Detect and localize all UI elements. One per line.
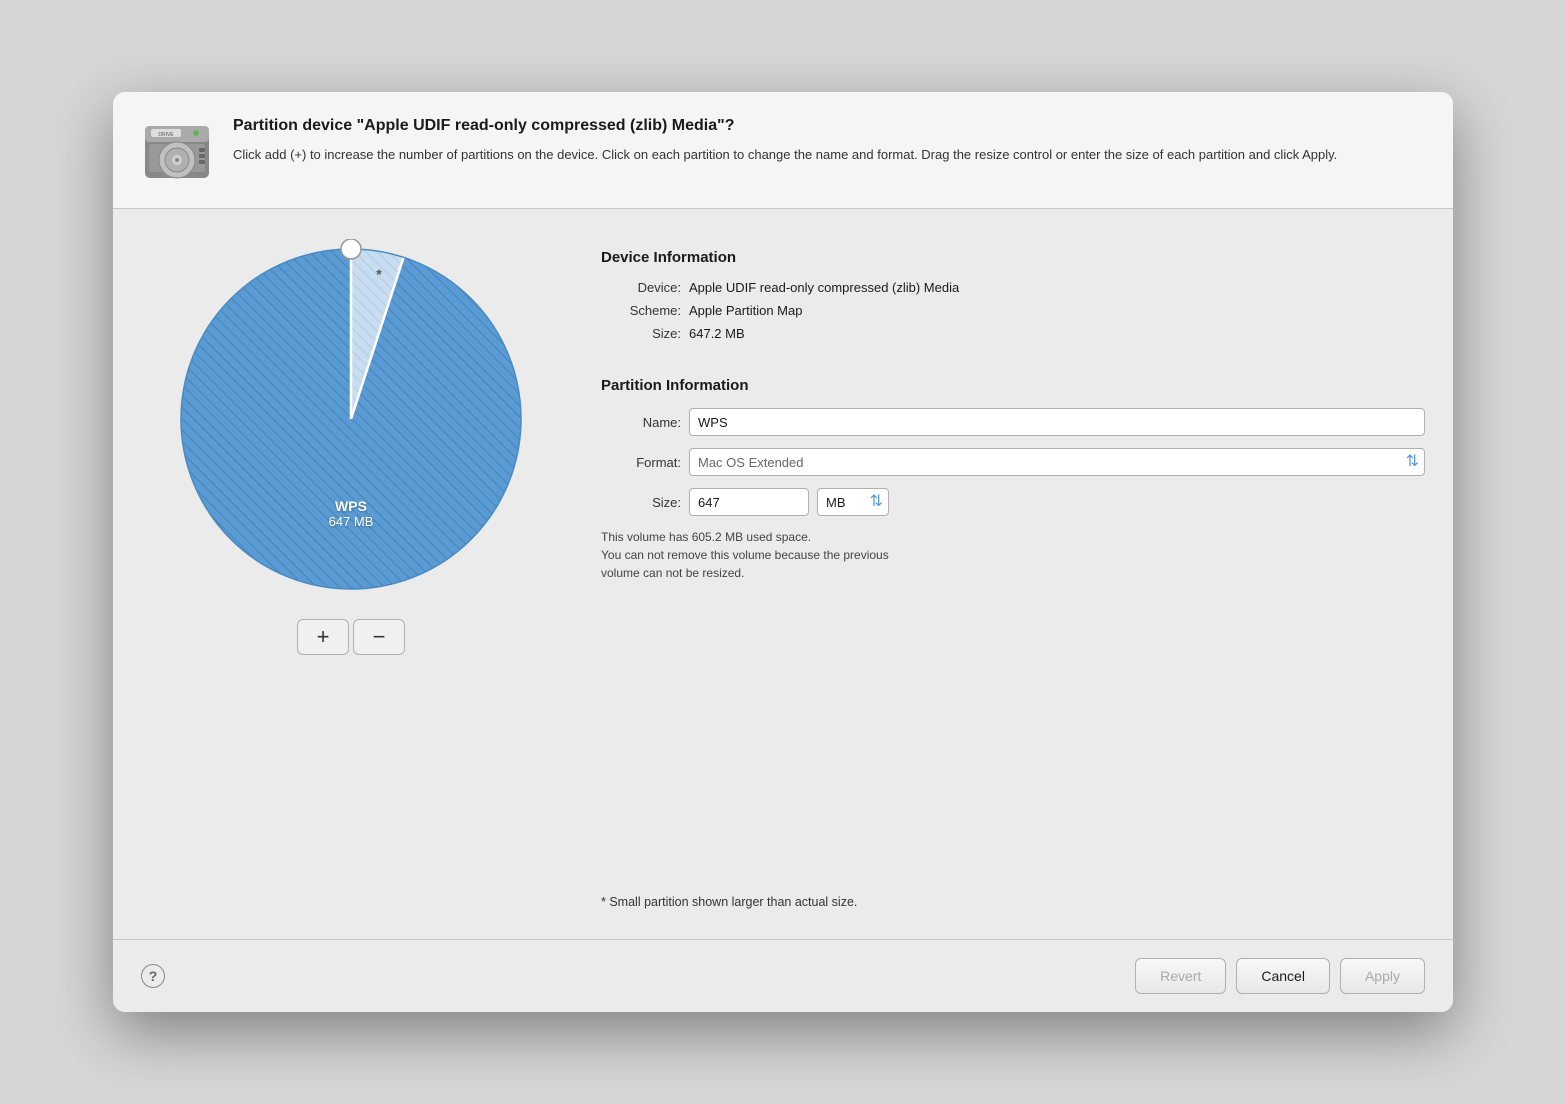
- size-input-row: MB GB TB ⇅: [689, 488, 889, 516]
- remove-partition-button[interactable]: −: [353, 619, 405, 655]
- footnote: * Small partition shown larger than actu…: [601, 895, 1425, 909]
- svg-text:DRIVE: DRIVE: [158, 132, 174, 138]
- size-unit-select[interactable]: MB GB TB: [817, 488, 889, 516]
- device-value: Apple UDIF read-only compressed (zlib) M…: [689, 280, 959, 295]
- add-partition-button[interactable]: +: [297, 619, 349, 655]
- size-label: Size:: [601, 326, 681, 341]
- size-field-row: Size: MB GB TB ⇅: [601, 488, 1425, 516]
- scheme-value: Apple Partition Map: [689, 303, 802, 318]
- partition-controls: + −: [297, 619, 405, 655]
- format-select[interactable]: Mac OS Extended Mac OS Extended (Journal…: [689, 448, 1425, 476]
- partition-dialog: DRIVE Partition device "Apple UDIF read-…: [113, 92, 1453, 1012]
- name-field-label: Name:: [601, 415, 681, 430]
- partition-name-input[interactable]: [689, 408, 1425, 436]
- footer-buttons: Revert Cancel Apply: [1135, 958, 1425, 994]
- pie-chart-container: * WPS 647 MB: [171, 239, 531, 599]
- format-field-row: Format: Mac OS Extended Mac OS Extended …: [601, 448, 1425, 476]
- note-line1: This volume has 605.2 MB used space.: [601, 530, 811, 544]
- pie-chart-svg: *: [171, 239, 531, 599]
- chart-area: * WPS 647 MB + −: [141, 239, 561, 909]
- name-field-row: Name:: [601, 408, 1425, 436]
- device-section-title: Device Information: [601, 249, 1425, 266]
- size-unit-wrapper: MB GB TB ⇅: [817, 488, 889, 516]
- dialog-footer: ? Revert Cancel Apply: [113, 939, 1453, 1012]
- partition-section-title: Partition Information: [601, 377, 1425, 394]
- header-text: Partition device "Apple UDIF read-only c…: [233, 116, 1425, 164]
- info-panel: Device Information Device: Apple UDIF re…: [601, 239, 1425, 909]
- disk-icon: DRIVE: [141, 116, 213, 188]
- resize-handle: [341, 239, 361, 259]
- dialog-content: * WPS 647 MB + − Device Information De: [113, 209, 1453, 939]
- cancel-button[interactable]: Cancel: [1236, 958, 1330, 994]
- dialog-header: DRIVE Partition device "Apple UDIF read-…: [113, 92, 1453, 209]
- size-value: 647.2 MB: [689, 326, 745, 341]
- scheme-label: Scheme:: [601, 303, 681, 318]
- size-field-label: Size:: [601, 495, 681, 510]
- note-line3: volume can not be resized.: [601, 566, 744, 580]
- size-note: This volume has 605.2 MB used space. You…: [601, 528, 1425, 582]
- dialog-description: Click add (+) to increase the number of …: [233, 145, 1425, 165]
- device-row: Device: Apple UDIF read-only compressed …: [601, 280, 1425, 295]
- scheme-row: Scheme: Apple Partition Map: [601, 303, 1425, 318]
- help-button[interactable]: ?: [141, 964, 165, 988]
- note-line2: You can not remove this volume because t…: [601, 548, 889, 562]
- revert-button[interactable]: Revert: [1135, 958, 1226, 994]
- format-select-wrapper: Mac OS Extended Mac OS Extended (Journal…: [689, 448, 1425, 476]
- size-row: Size: 647.2 MB: [601, 326, 1425, 341]
- dialog-title: Partition device "Apple UDIF read-only c…: [233, 116, 1425, 137]
- apply-button[interactable]: Apply: [1340, 958, 1425, 994]
- partition-section: Partition Information Name: Format: Mac …: [601, 377, 1425, 582]
- size-value-input[interactable]: [689, 488, 809, 516]
- device-label: Device:: [601, 280, 681, 295]
- format-field-label: Format:: [601, 455, 681, 470]
- device-section: Device Information Device: Apple UDIF re…: [601, 249, 1425, 349]
- svg-text:*: *: [376, 266, 382, 282]
